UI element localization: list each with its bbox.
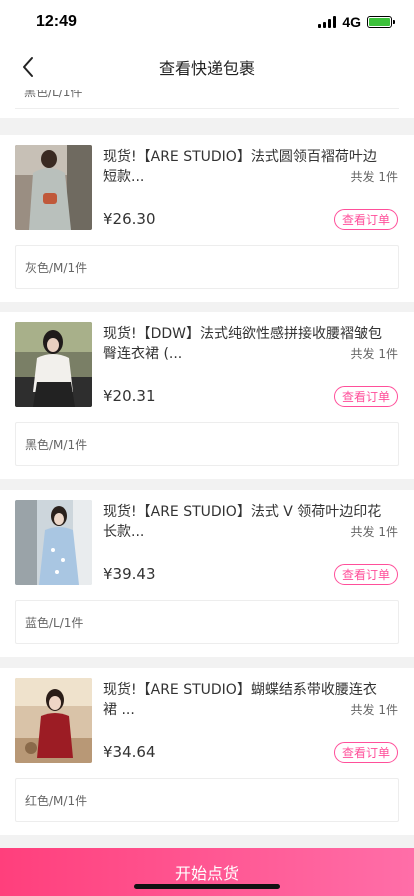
item-spec: 灰色/M/1件 [15, 245, 399, 289]
battery-icon [367, 16, 395, 28]
item-price: ¥39.43 [103, 565, 156, 583]
list-item: 现货!【ARE STUDIO】蝴蝶结系带收腰连衣裙 ... 共发 1件 ¥34.… [0, 668, 414, 835]
home-indicator [134, 884, 280, 889]
item-quantity: 共发 1件 [350, 703, 398, 717]
view-order-button[interactable]: 查看订单 [334, 742, 398, 763]
item-quantity: 共发 1件 [350, 525, 398, 539]
view-order-button[interactable]: 查看订单 [334, 564, 398, 585]
list-item: 现货!【ARE STUDIO】法式 V 领荷叶边印花长款... 共发 1件 ¥3… [0, 490, 414, 657]
item-title[interactable]: 现货!【DDW】法式纯欲性感拼接收腰褶皱包臀连衣裙 (... [103, 324, 383, 364]
item-spec: 黑色/L/1件 [24, 90, 83, 99]
item-quantity: 共发 1件 [350, 170, 398, 184]
package-list: 黑色/L/1件 现货!【ARE STUDIO】法式圆领百褶荷叶边短款... 共发… [0, 90, 414, 848]
item-price: ¥26.30 [103, 210, 156, 228]
item-price: ¥20.31 [103, 387, 156, 405]
list-item-partial: 黑色/L/1件 [0, 90, 414, 118]
view-order-button[interactable]: 查看订单 [334, 209, 398, 230]
status-indicators: 4G [318, 14, 395, 30]
item-spec: 黑色/M/1件 [15, 422, 399, 466]
network-type: 4G [342, 14, 361, 30]
status-time: 12:49 [36, 13, 77, 30]
product-image[interactable] [15, 500, 92, 585]
product-image[interactable] [15, 322, 92, 407]
list-item: 现货!【ARE STUDIO】法式圆领百褶荷叶边短款... 共发 1件 ¥26.… [0, 135, 414, 302]
view-order-button[interactable]: 查看订单 [334, 386, 398, 407]
product-image[interactable] [15, 678, 92, 763]
back-button[interactable] [14, 53, 42, 81]
page-title: 查看快递包裹 [158, 59, 255, 78]
item-title[interactable]: 现货!【ARE STUDIO】蝴蝶结系带收腰连衣裙 ... [103, 680, 383, 720]
item-price: ¥34.64 [103, 743, 156, 761]
item-spec: 红色/M/1件 [15, 778, 399, 822]
list-item: 现货!【DDW】法式纯欲性感拼接收腰褶皱包臀连衣裙 (... 共发 1件 ¥20… [0, 312, 414, 479]
product-image[interactable] [15, 145, 92, 230]
chevron-left-icon [23, 57, 33, 77]
item-quantity: 共发 1件 [350, 347, 398, 361]
signal-icon [318, 16, 337, 28]
item-title[interactable]: 现货!【ARE STUDIO】法式圆领百褶荷叶边短款... [103, 147, 383, 187]
item-title[interactable]: 现货!【ARE STUDIO】法式 V 领荷叶边印花长款... [103, 502, 383, 542]
nav-bar: 查看快递包裹 [0, 44, 414, 90]
status-bar: 12:49 4G [0, 0, 414, 44]
item-spec: 蓝色/L/1件 [15, 600, 399, 644]
